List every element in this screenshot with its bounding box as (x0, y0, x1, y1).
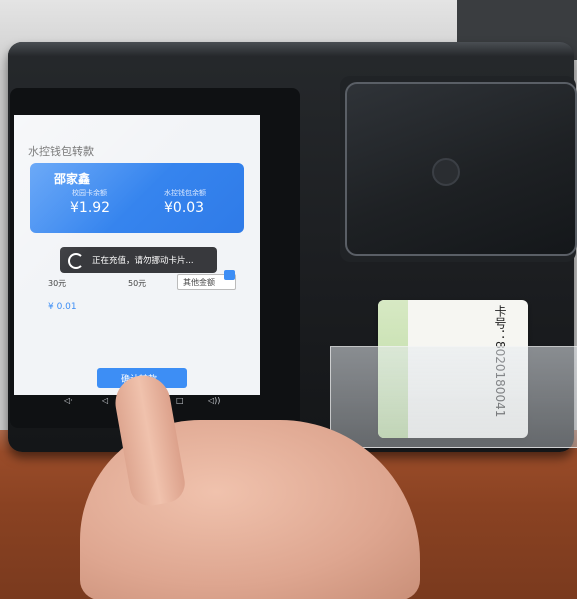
spinner-icon (68, 253, 84, 269)
terminal-rim (8, 42, 574, 56)
water-balance-label: 水控钱包余额 (164, 189, 206, 197)
toast-text: 正在充值，请勿挪动卡片... (92, 256, 194, 266)
volume-down-icon[interactable]: ◁· (64, 396, 73, 405)
photo-scene: 水控钱包转款 邵家鑫 校园卡余额 水控钱包余额 ¥1.92 ¥0.03 正在充值… (0, 0, 577, 599)
screen-title: 水控钱包转款 (28, 145, 94, 158)
selected-check-icon (224, 270, 235, 280)
back-icon[interactable]: ◁ (102, 396, 108, 405)
amount-other-label: 其他金额 (183, 278, 215, 287)
amount-option-50[interactable]: 50元 (128, 278, 146, 289)
water-balance-value: ¥0.03 (164, 200, 205, 216)
volume-up-icon[interactable]: ◁)) (208, 396, 220, 405)
account-name: 邵家鑫 (54, 172, 91, 186)
card-holder (330, 346, 577, 448)
campus-balance-label: 校园卡余额 (72, 189, 107, 197)
campus-balance-value: ¥1.92 (70, 200, 111, 216)
recent-icon[interactable]: □ (176, 396, 184, 405)
amount-option-30[interactable]: 30元 (48, 278, 66, 289)
scanner-glass (345, 82, 577, 256)
selected-amount: ¥ 0.01 (48, 302, 77, 312)
scanner-camera (432, 158, 460, 186)
